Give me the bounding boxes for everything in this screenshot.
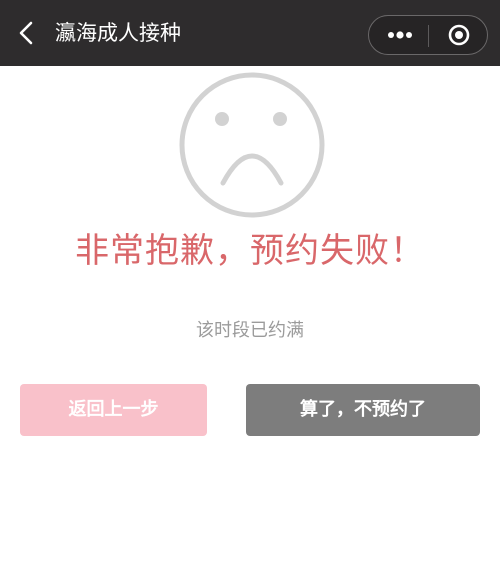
failure-reason: 该时段已约满 [196, 320, 304, 341]
capsule-divider [428, 25, 429, 47]
cancel-booking-button[interactable]: 算了，不预约了 [246, 384, 480, 436]
header-bar: 瀛海成人接种 [0, 0, 500, 66]
mini-program-capsule [368, 15, 488, 55]
target-close-icon[interactable] [435, 16, 481, 54]
back-step-button[interactable]: 返回上一步 [20, 384, 207, 436]
sad-face-icon [179, 72, 325, 218]
chevron-left-icon[interactable] [14, 20, 40, 46]
booking-failure-page: 瀛海成人接种 非常抱歉，预约失败！ 该时段已约满 返回上一步 算了，不预约了 [0, 0, 500, 564]
failure-headline: 非常抱歉，预约失败！ [75, 231, 425, 271]
more-dots-icon[interactable] [377, 16, 423, 54]
page-title: 瀛海成人接种 [55, 21, 181, 45]
